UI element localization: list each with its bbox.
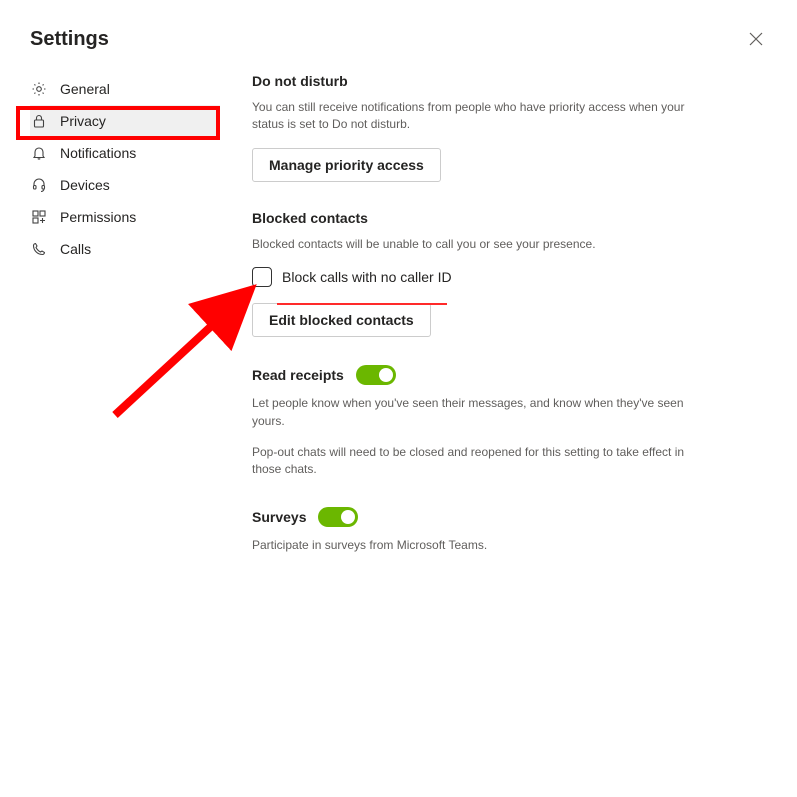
blocked-description: Blocked contacts will be unable to call … [252,236,690,253]
settings-sidebar: General Privacy Notifications [30,73,220,568]
surveys-title: Surveys [252,509,306,525]
read-receipts-desc-1: Let people know when you've seen their m… [252,395,690,430]
read-receipts-desc-2: Pop-out chats will need to be closed and… [252,444,690,479]
sidebar-item-label: Notifications [60,145,136,161]
block-no-caller-id-label: Block calls with no caller ID [282,269,452,285]
sidebar-item-label: Privacy [60,113,106,129]
edit-blocked-contacts-button[interactable]: Edit blocked contacts [252,303,431,337]
sidebar-item-label: Permissions [60,209,136,225]
section-blocked-contacts: Blocked contacts Blocked contacts will b… [252,210,690,337]
headset-icon [30,176,48,194]
surveys-description: Participate in surveys from Microsoft Te… [252,537,690,554]
dnd-description: You can still receive notifications from… [252,99,690,134]
phone-icon [30,240,48,258]
sidebar-item-notifications[interactable]: Notifications [30,137,220,169]
dnd-title: Do not disturb [252,73,690,89]
block-no-caller-id-checkbox[interactable] [252,267,272,287]
sidebar-item-label: Devices [60,177,110,193]
surveys-toggle[interactable] [318,507,358,527]
sidebar-item-permissions[interactable]: Permissions [30,201,220,233]
lock-icon [30,112,48,130]
sidebar-item-general[interactable]: General [30,73,220,105]
sidebar-item-calls[interactable]: Calls [30,233,220,265]
section-read-receipts: Read receipts Let people know when you'v… [252,365,690,479]
sidebar-item-label: General [60,81,110,97]
sidebar-item-label: Calls [60,241,91,257]
close-icon [749,32,763,46]
sidebar-item-privacy[interactable]: Privacy [30,105,220,137]
blocked-title: Blocked contacts [252,210,690,226]
manage-priority-access-button[interactable]: Manage priority access [252,148,441,182]
read-receipts-title: Read receipts [252,367,344,383]
apps-icon [30,208,48,226]
section-do-not-disturb: Do not disturb You can still receive not… [252,73,690,182]
section-surveys: Surveys Participate in surveys from Micr… [252,507,690,554]
page-title: Settings [30,28,109,51]
read-receipts-toggle[interactable] [356,365,396,385]
sidebar-item-devices[interactable]: Devices [30,169,220,201]
bell-icon [30,144,48,162]
settings-main: Do not disturb You can still receive not… [220,73,690,568]
close-button[interactable] [745,28,767,50]
gear-icon [30,80,48,98]
